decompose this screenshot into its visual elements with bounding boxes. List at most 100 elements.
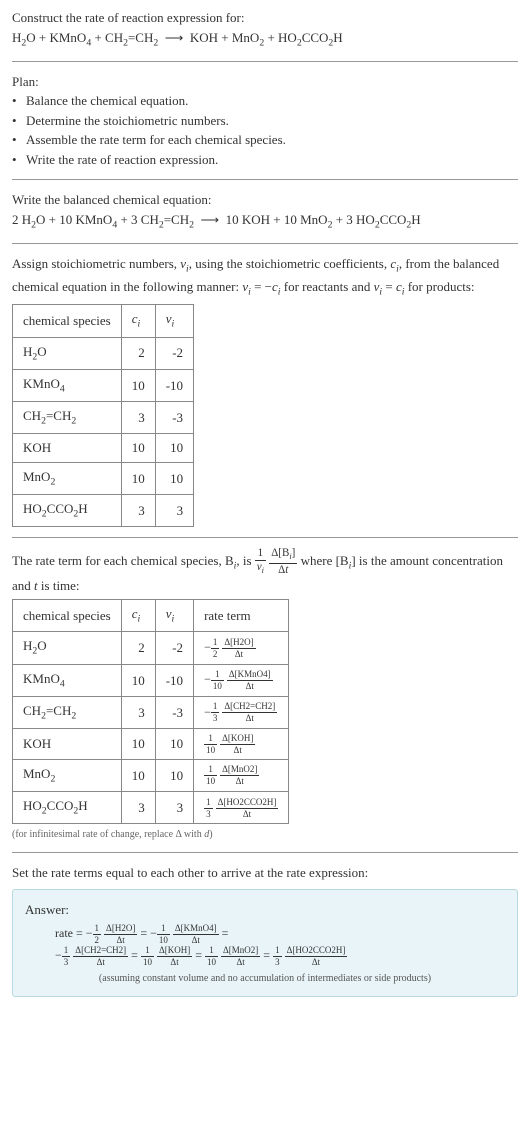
col-vi: νi	[155, 305, 193, 337]
balanced-section: Write the balanced chemical equation: 2 …	[12, 190, 518, 233]
cell-ci: 2	[121, 337, 155, 369]
bullet-icon: •	[12, 130, 22, 150]
cell-vi: -2	[155, 337, 193, 369]
stoich-section: Assign stoichiometric numbers, νi, using…	[12, 254, 518, 527]
bullet-icon: •	[12, 91, 22, 111]
plan-item: •Assemble the rate term for each chemica…	[12, 130, 518, 150]
cell-species: CH2=CH2	[13, 402, 122, 434]
answer-box: Answer: rate = −12 Δ[H2O]Δt = −110 Δ[KMn…	[12, 889, 518, 997]
cell-species: HO2CCO2H	[13, 494, 122, 526]
bullet-icon: •	[12, 150, 22, 170]
plan-item-text: Assemble the rate term for each chemical…	[26, 130, 286, 150]
plan-item: •Balance the chemical equation.	[12, 91, 518, 111]
cell-rate-term: 110 Δ[MnO2]Δt	[194, 759, 289, 791]
cell-ci: 10	[121, 664, 155, 696]
problem-header: Construct the rate of reaction expressio…	[12, 8, 518, 51]
cell-ci: 10	[121, 462, 155, 494]
answer-note: (assuming constant volume and no accumul…	[25, 971, 505, 986]
divider	[12, 179, 518, 180]
cell-vi: 10	[155, 462, 193, 494]
col-rate: rate term	[194, 600, 289, 632]
col-species: chemical species	[13, 600, 122, 632]
answer-equation: rate = −12 Δ[H2O]Δt = −110 Δ[KMnO4]Δt = …	[25, 923, 505, 967]
cell-rate-term: 110 Δ[KOH]Δt	[194, 729, 289, 760]
table-row: KMnO410-10	[13, 369, 194, 401]
intro-frac-coef: 1 νi	[255, 548, 266, 576]
plan-item: •Determine the stoichiometric numbers.	[12, 111, 518, 131]
table-row: HO2CCO2H33	[13, 494, 194, 526]
cell-vi: 10	[155, 434, 193, 463]
plan-item-text: Balance the chemical equation.	[26, 91, 188, 111]
col-species: chemical species	[13, 305, 122, 337]
divider	[12, 243, 518, 244]
table-header-row: chemical species ci νi	[13, 305, 194, 337]
col-ci: ci	[121, 305, 155, 337]
cell-vi: 3	[155, 792, 193, 824]
unbalanced-equation: H2O + KMnO4 + CH2=CH2 ⟶ KOH + MnO2 + HO2…	[12, 28, 518, 51]
cell-rate-term: 13 Δ[HO2CCO2H]Δt	[194, 792, 289, 824]
col-ci: ci	[121, 600, 155, 632]
table-row: H2O2-2	[13, 337, 194, 369]
divider	[12, 537, 518, 538]
cell-vi: -10	[155, 369, 193, 401]
problem-prompt: Construct the rate of reaction expressio…	[12, 8, 518, 28]
plan-title: Plan:	[12, 72, 518, 92]
cell-ci: 3	[121, 402, 155, 434]
cell-vi: -3	[155, 402, 193, 434]
rate-term-table: chemical species ci νi rate term H2O2-2−…	[12, 599, 289, 824]
balanced-title: Write the balanced chemical equation:	[12, 190, 518, 210]
table-row: KMnO410-10−110 Δ[KMnO4]Δt	[13, 664, 289, 696]
cell-species: H2O	[13, 632, 122, 664]
cell-rate-term: −13 Δ[CH2=CH2]Δt	[194, 696, 289, 728]
table-row: KOH1010	[13, 434, 194, 463]
answer-label: Answer:	[25, 900, 505, 920]
table-row: KOH1010110 Δ[KOH]Δt	[13, 729, 289, 760]
cell-rate-term: −110 Δ[KMnO4]Δt	[194, 664, 289, 696]
cell-ci: 10	[121, 434, 155, 463]
table-row: CH2=CH23-3−13 Δ[CH2=CH2]Δt	[13, 696, 289, 728]
cell-vi: 10	[155, 729, 193, 760]
table-row: MnO21010	[13, 462, 194, 494]
cell-species: HO2CCO2H	[13, 792, 122, 824]
cell-species: H2O	[13, 337, 122, 369]
final-intro: Set the rate terms equal to each other t…	[12, 863, 518, 883]
rate-prefix: rate =	[55, 926, 86, 940]
balanced-equation: 2 H2O + 10 KMnO4 + 3 CH2=CH2 ⟶ 10 KOH + …	[12, 210, 518, 233]
cell-species: MnO2	[13, 462, 122, 494]
cell-species: KMnO4	[13, 664, 122, 696]
rate-term-intro: The rate term for each chemical species,…	[12, 548, 518, 595]
plan-section: Plan: •Balance the chemical equation.•De…	[12, 72, 518, 170]
cell-ci: 3	[121, 696, 155, 728]
cell-ci: 10	[121, 729, 155, 760]
rate-term-section: The rate term for each chemical species,…	[12, 548, 518, 842]
cell-ci: 2	[121, 632, 155, 664]
cell-species: MnO2	[13, 759, 122, 791]
divider	[12, 852, 518, 853]
bullet-icon: •	[12, 111, 22, 131]
cell-species: KOH	[13, 729, 122, 760]
cell-vi: -3	[155, 696, 193, 728]
table-row: H2O2-2−12 Δ[H2O]Δt	[13, 632, 289, 664]
col-vi: νi	[155, 600, 193, 632]
table-header-row: chemical species ci νi rate term	[13, 600, 289, 632]
final-section: Set the rate terms equal to each other t…	[12, 863, 518, 997]
cell-rate-term: −12 Δ[H2O]Δt	[194, 632, 289, 664]
cell-vi: 3	[155, 494, 193, 526]
stoich-table: chemical species ci νi H2O2-2KMnO410-10C…	[12, 304, 194, 527]
cell-ci: 10	[121, 369, 155, 401]
table-row: MnO21010110 Δ[MnO2]Δt	[13, 759, 289, 791]
intro-frac-delta: Δ[Bi] Δt	[269, 548, 297, 576]
plan-item-text: Determine the stoichiometric numbers.	[26, 111, 229, 131]
rate-note: (for infinitesimal rate of change, repla…	[12, 827, 518, 842]
cell-ci: 3	[121, 494, 155, 526]
cell-vi: 10	[155, 759, 193, 791]
plan-item: •Write the rate of reaction expression.	[12, 150, 518, 170]
divider	[12, 61, 518, 62]
cell-species: KOH	[13, 434, 122, 463]
cell-vi: -10	[155, 664, 193, 696]
stoich-intro: Assign stoichiometric numbers, νi, using…	[12, 254, 518, 300]
cell-ci: 3	[121, 792, 155, 824]
plan-item-text: Write the rate of reaction expression.	[26, 150, 218, 170]
cell-vi: -2	[155, 632, 193, 664]
table-row: CH2=CH23-3	[13, 402, 194, 434]
